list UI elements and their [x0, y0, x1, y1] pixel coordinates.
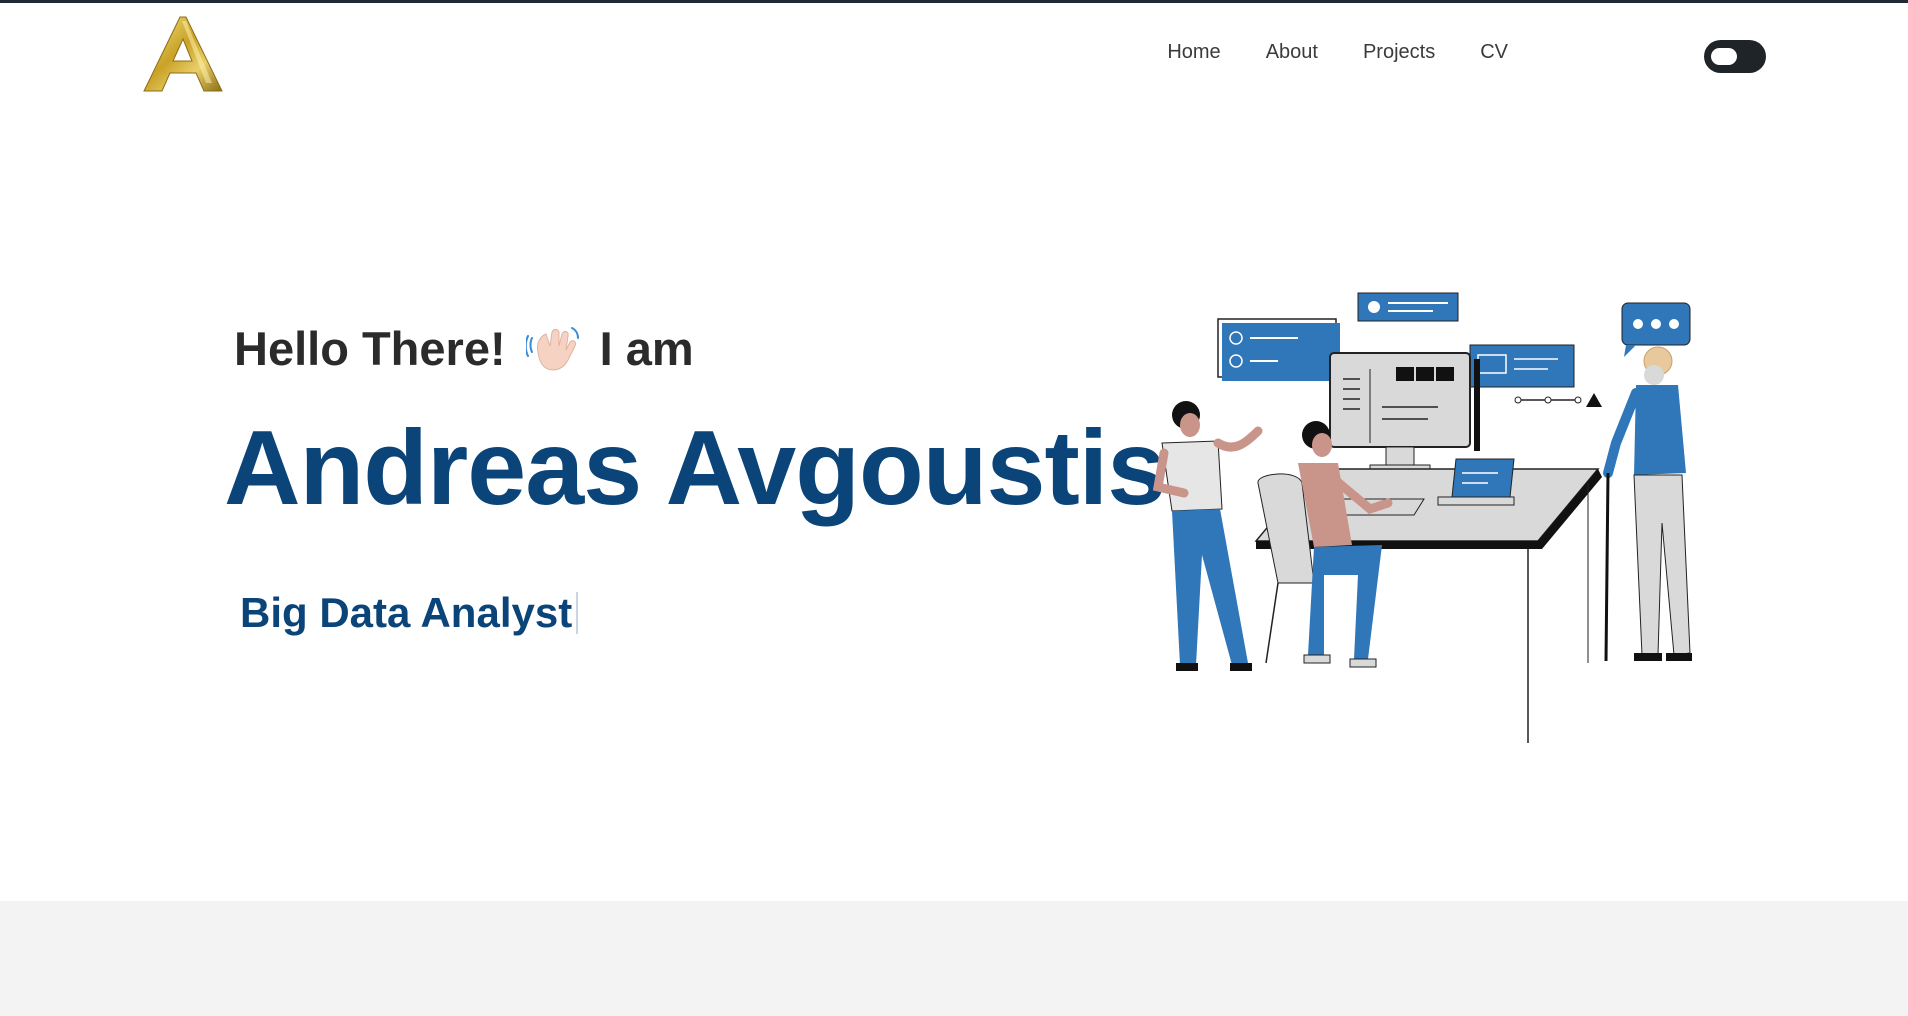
role-text: Big Data Analyst	[240, 589, 573, 636]
team-working-illustration-icon	[1152, 292, 1692, 743]
hero-name: Andreas Avgoustis	[224, 409, 1166, 527]
typing-cursor	[576, 592, 579, 634]
hero-section: Hello There! I am Andreas Avgoustis Big …	[0, 103, 1908, 901]
main-nav: Home About Projects CV	[1122, 41, 1508, 64]
site-logo[interactable]	[142, 15, 224, 95]
nav-projects[interactable]: Projects	[1363, 41, 1435, 64]
hero-illustration	[1138, 283, 1718, 743]
navbar: Home About Projects CV	[0, 3, 1908, 103]
nav-home[interactable]: Home	[1167, 41, 1220, 64]
greeting-text: Hello There!	[234, 322, 506, 375]
theme-toggle[interactable]	[1704, 40, 1766, 73]
hero-greeting: Hello There! I am	[234, 321, 694, 376]
waving-hand-icon	[524, 322, 580, 376]
greeting-suffix: I am	[599, 322, 694, 375]
next-section-band	[0, 901, 1908, 1016]
toggle-knob-icon	[1711, 48, 1737, 65]
logo-letter-a-icon	[143, 16, 223, 92]
nav-cv[interactable]: CV	[1480, 41, 1508, 64]
hero-role: Big Data Analyst	[240, 589, 579, 637]
nav-about[interactable]: About	[1266, 41, 1318, 64]
